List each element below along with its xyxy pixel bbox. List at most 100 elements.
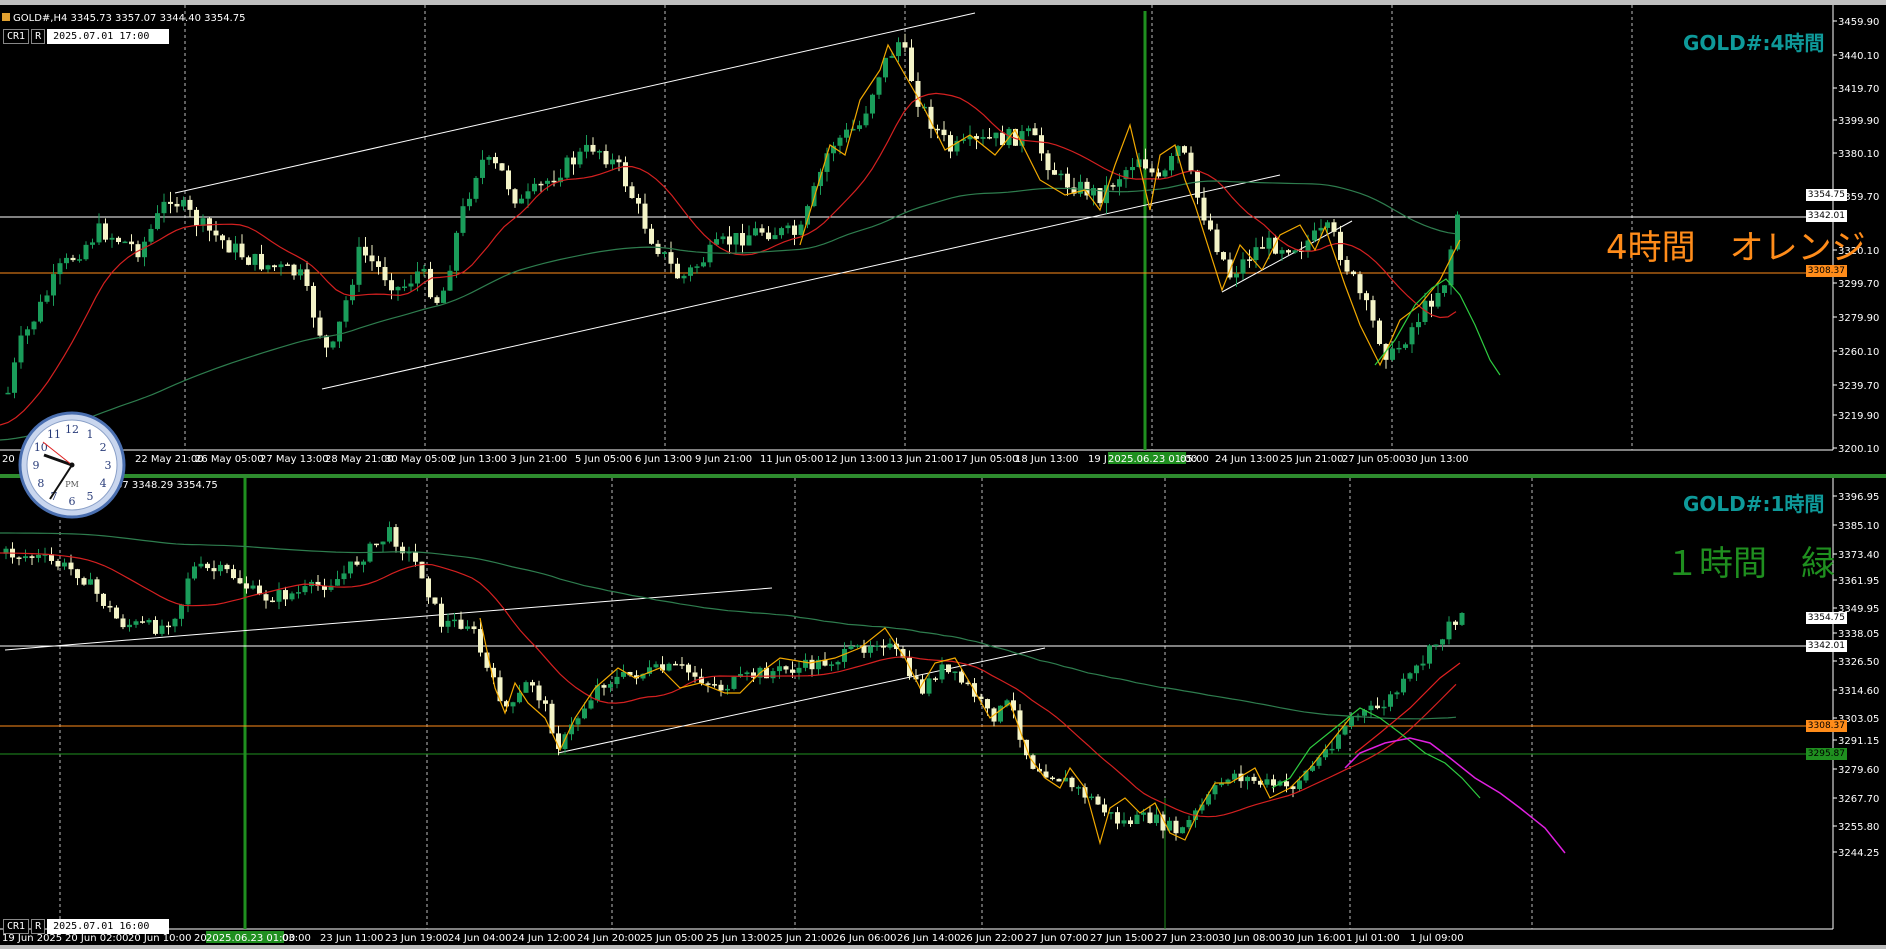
h4-time-axis-label-13: 13 Jun 21:00: [890, 454, 954, 465]
h1-candle-body-11: [75, 569, 80, 579]
cr-label[interactable]: CR1: [3, 29, 30, 44]
h4-candle-body-69: [454, 232, 459, 271]
r-label[interactable]: R: [31, 919, 46, 934]
h4-candle-body-35: [233, 243, 238, 253]
h4-symbol-header: GOLD#,H4 3345.73 3357.07 3344.40 3354.75: [2, 13, 245, 24]
h1-time-axis-label-20: 30 Jun 08:00: [1218, 933, 1282, 944]
h4-time-axis-label-7: 3 Jun 21:00: [510, 454, 567, 465]
symbol-icon: [2, 13, 10, 21]
h4-candle-body-131: [857, 125, 862, 129]
h1-candle-body-55: [361, 561, 366, 565]
h4-candle-body-2: [18, 335, 24, 363]
h4-candle-body-152: [993, 132, 999, 139]
clock-number-11: 11: [47, 428, 61, 441]
h4-candle-body-176: [1149, 168, 1155, 173]
h4-candle-body-73: [480, 159, 485, 178]
h4-candle-body-137: [896, 42, 901, 57]
h1-time-axis-label-13: 25 Jun 21:00: [770, 933, 834, 944]
h4-candle-body-128: [837, 137, 843, 146]
h1-candle-body-130: [848, 646, 854, 649]
h4-candle-body-135: [883, 57, 888, 78]
h4-candle-body-162: [1058, 173, 1064, 176]
h4-time-axis-label-5: 30 May 05:00: [385, 454, 454, 465]
h4-candle-body-34: [226, 240, 232, 253]
r-label[interactable]: R: [31, 29, 46, 44]
h1-candle-body-136: [887, 643, 893, 648]
h4-candle-body-170: [1110, 185, 1116, 187]
h4-candle-body-67: [441, 290, 446, 303]
h4-time-axis-label-22: 30 Jun 13:00: [1405, 454, 1469, 465]
h4-candle-body-101: [662, 252, 667, 254]
h1-chart-pane[interactable]: 3396.95 3385.10 3373.40 3361.95 3349.95 3338.…: [0, 474, 1886, 949]
clock-number-10: 10: [34, 441, 48, 454]
h4-candle-body-84: [551, 180, 557, 183]
h1-candle-body-172: [1121, 820, 1127, 824]
h1-candle-body-83: [543, 700, 548, 704]
h1-candle-body-173: [1128, 820, 1133, 824]
h4-candle-body-211: [1377, 320, 1382, 344]
h1-candle-body-219: [1427, 645, 1432, 664]
h1-candle-body-28: [185, 578, 191, 605]
h1-time-axis-label-23: 1 Jul 09:00: [1410, 933, 1464, 944]
h4-time-axis-label-19: 24 Jun 13:00: [1215, 454, 1279, 465]
h1-candle-body-31: [205, 563, 210, 569]
h1-candle-body-168: [1095, 796, 1101, 805]
h4-time-axis-label-9: 6 Jun 13:00: [635, 454, 692, 465]
h4-time-axis-label-21: 27 Jun 05:00: [1342, 454, 1406, 465]
analog-clock-widget[interactable]: 12 1 2 3 4 5 6 7 8 9 10 11 PM: [18, 411, 126, 519]
h4-time-axis-label-20: 25 Jun 21:00: [1280, 454, 1344, 465]
h4-candle-body-10: [70, 257, 76, 261]
h1-time-axis-label-14: 26 Jun 06:00: [833, 933, 897, 944]
h1-candle-body-90: [588, 700, 594, 709]
h4-candle-body-81: [532, 183, 537, 192]
h4-candle-body-187: [1221, 252, 1226, 260]
h1-candle-body-78: [510, 702, 516, 707]
h1-chart-canvas[interactable]: 3396.953385.103373.403361.953349.953338.…: [0, 478, 1886, 949]
h1-time-axis-label-7: 23 Jun 19:00: [385, 933, 449, 944]
h1-price-axis-label-10: 3279.60: [1838, 765, 1879, 776]
h4-candle-body-118: [772, 235, 778, 240]
h4-candle-body-59: [389, 280, 394, 291]
h1-candle-body-79: [517, 692, 522, 703]
h4-candle-body-45: [298, 269, 303, 276]
h4-candle-body-74: [486, 157, 492, 160]
h1-time-axis-label-2: 20 Jun 10:00: [128, 933, 192, 944]
h1-time-axis-label-0: 19 Jun 2025: [2, 933, 62, 944]
h4-candle-body-103: [675, 263, 680, 279]
h4-candle-body-9: [64, 257, 69, 264]
h4-candle-body-6: [44, 295, 50, 302]
h1-candle-body-177: [1154, 814, 1159, 824]
h1-time-axis-label-3: 20: [194, 933, 207, 944]
h1-candle-body-45: [296, 592, 301, 594]
h1-candle-body-106: [692, 672, 698, 677]
h1-time-axis-label-9: 24 Jun 12:00: [512, 933, 576, 944]
h4-candle-body-75: [493, 157, 498, 164]
h1-candle-body-224: [1459, 612, 1465, 625]
h1-candle-body-26: [172, 618, 178, 627]
h4-candle-body-102: [668, 252, 674, 264]
h4-candle-body-8: [57, 263, 63, 275]
h1-candle-body-69: [452, 619, 457, 622]
h4-candle-body-12: [83, 244, 89, 260]
h4-candle-body-181: [1182, 146, 1187, 153]
h1-candle-body-122: [796, 667, 802, 673]
h4-chart-pane[interactable]: 3459.90 3440.10 3419.70 3399.90 3380.10 3359.…: [0, 0, 1886, 470]
h1-candle-body-220: [1433, 644, 1439, 647]
h1-candle-body-43: [283, 590, 288, 600]
cr-label[interactable]: CR1: [3, 919, 30, 934]
h1-candle-body-57: [374, 543, 379, 546]
h1-candle-body-63: [413, 551, 418, 562]
h4-candle-body-61: [402, 286, 407, 288]
h1-candle-body-68: [445, 620, 451, 627]
h4-candle-body-185: [1208, 220, 1213, 230]
clock-number-6: 6: [69, 495, 76, 508]
h4-chart-canvas[interactable]: 3459.903440.103419.703399.903380.103359.…: [0, 5, 1886, 470]
h4-orange-zigzag: [799, 43, 1461, 367]
h4-candle-body-157: [1026, 128, 1031, 132]
h1-candle-body-35: [231, 569, 236, 579]
h4-candle-body-5: [38, 301, 43, 322]
h4-channel-lower: [321, 174, 1281, 390]
h4-candle-body-117: [766, 232, 771, 240]
h4-candle-body-36: [239, 243, 245, 258]
h4-candle-body-15: [103, 223, 108, 240]
